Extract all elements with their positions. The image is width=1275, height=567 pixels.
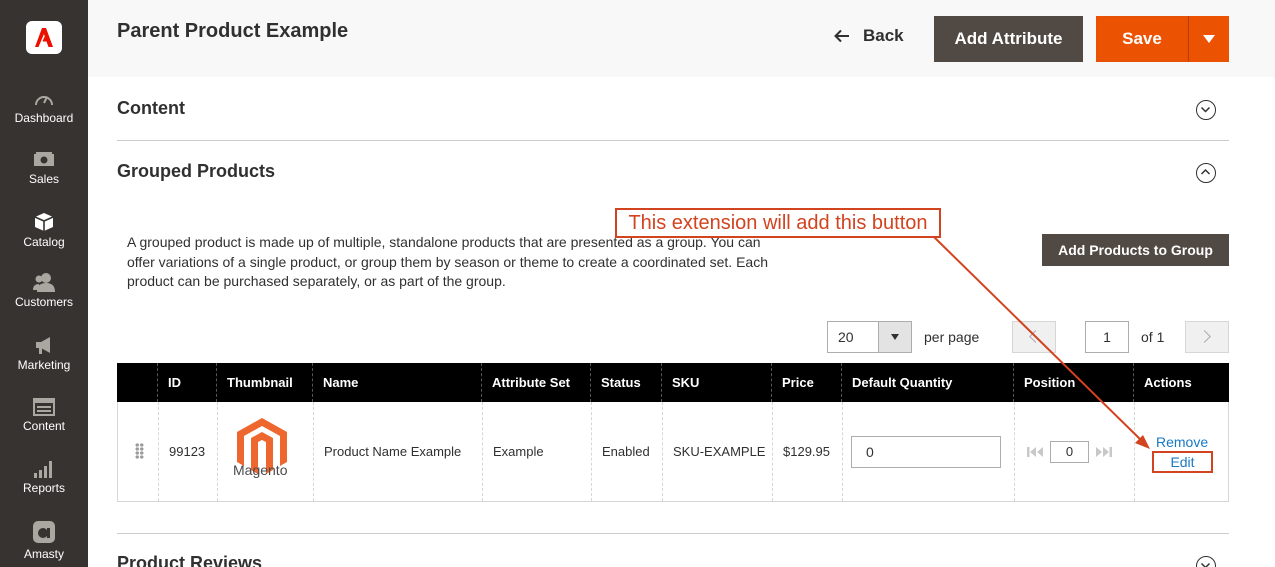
per-page-value: 20: [838, 329, 854, 345]
edit-link[interactable]: Edit: [1152, 451, 1213, 473]
reports-icon: [34, 461, 52, 478]
arrow-left-icon: [834, 29, 849, 43]
column-header-price[interactable]: Price: [771, 363, 841, 402]
column-header-id[interactable]: ID: [157, 363, 217, 402]
back-label: Back: [863, 26, 904, 45]
chevron-down-icon: [1200, 106, 1211, 113]
sidebar-item-marketing[interactable]: Marketing: [0, 337, 88, 372]
annotation-callout: This extension will add this button: [615, 208, 941, 238]
column-header-actions: Actions: [1133, 363, 1229, 402]
per-page-select[interactable]: 20: [827, 321, 912, 353]
admin-sidebar: Dashboard Sales Catalog Customers Market…: [0, 0, 88, 567]
content-icon: [33, 398, 55, 416]
customers-icon: [33, 273, 55, 292]
sidebar-item-label: Dashboard: [14, 111, 74, 125]
column-header-drag: [117, 363, 157, 402]
column-header-status[interactable]: Status: [590, 363, 661, 402]
grouped-section-title[interactable]: Grouped Products: [117, 161, 275, 182]
column-header-thumbnail[interactable]: Thumbnail: [216, 363, 311, 402]
chevron-down-icon[interactable]: [878, 322, 911, 352]
sidebar-item-catalog[interactable]: Catalog: [0, 212, 88, 249]
add-attribute-button[interactable]: Add Attribute: [934, 16, 1083, 62]
chevron-up-icon: [1200, 168, 1211, 175]
per-page-label: per page: [924, 329, 980, 345]
page-header: Parent Product Example Back Add Attribut…: [88, 0, 1275, 77]
cell-id: 99123: [158, 402, 218, 501]
sidebar-item-amasty[interactable]: Amasty: [0, 520, 88, 561]
content-expand-toggle[interactable]: [1196, 100, 1216, 120]
cell-status: Enabled: [591, 402, 662, 501]
page-number-input[interactable]: 1: [1085, 321, 1129, 353]
sidebar-item-label: Customers: [14, 295, 73, 309]
sidebar-item-reports[interactable]: Reports: [0, 460, 88, 495]
drag-handle-icon[interactable]: [135, 443, 144, 459]
column-header-name[interactable]: Name: [312, 363, 481, 402]
sidebar-item-label: Marketing: [17, 358, 71, 372]
column-header-default-quantity[interactable]: Default Quantity: [841, 363, 1013, 402]
position-input[interactable]: 0: [1050, 441, 1089, 463]
sidebar-item-label: Sales: [28, 172, 60, 186]
move-to-last-icon[interactable]: [1096, 446, 1112, 458]
amasty-icon: [33, 521, 55, 543]
move-to-first-icon[interactable]: [1027, 446, 1043, 458]
sidebar-item-label: Reports: [22, 481, 66, 495]
back-button[interactable]: Back: [834, 26, 904, 46]
dashboard-icon: [35, 96, 53, 106]
page-total-label: of 1: [1141, 329, 1165, 345]
sidebar-item-content[interactable]: Content: [0, 398, 88, 433]
marketing-icon: [36, 337, 50, 354]
reviews-expand-toggle[interactable]: [1196, 556, 1216, 567]
cell-price: $129.95: [772, 402, 842, 501]
sidebar-item-sales[interactable]: Sales: [0, 151, 88, 186]
save-options-dropdown[interactable]: [1188, 16, 1229, 62]
sidebar-item-label: Amasty: [23, 547, 64, 561]
adobe-logo[interactable]: [26, 21, 62, 54]
column-header-sku[interactable]: SKU: [661, 363, 771, 402]
default-quantity-input[interactable]: 0: [851, 436, 1001, 468]
cell-attribute-set: Example: [482, 402, 591, 501]
column-header-position[interactable]: Position: [1013, 363, 1134, 402]
content-section-title[interactable]: Content: [117, 98, 185, 119]
grouped-description: A grouped product is made up of multiple…: [127, 234, 768, 289]
sidebar-item-label: Catalog: [23, 235, 65, 249]
column-header-attribute-set[interactable]: Attribute Set: [481, 363, 590, 402]
sidebar-item-dashboard[interactable]: Dashboard: [0, 91, 88, 125]
page-title: Parent Product Example: [117, 20, 349, 42]
previous-page-button[interactable]: [1012, 321, 1056, 353]
sidebar-item-label: Content: [22, 419, 66, 433]
catalog-icon: [34, 213, 54, 231]
reviews-section-title[interactable]: Product Reviews: [117, 553, 262, 567]
sales-icon: [34, 152, 54, 166]
add-products-to-group-button[interactable]: Add Products to Group: [1042, 234, 1229, 266]
grouped-collapse-toggle[interactable]: [1196, 163, 1216, 183]
section-divider: [117, 140, 1229, 141]
grid-header: ID Thumbnail Name Attribute Set Status S…: [117, 363, 1229, 402]
adobe-logo-icon: [35, 28, 53, 47]
cell-thumbnail: Magento: [217, 402, 312, 501]
chevron-down-icon: [1200, 562, 1211, 567]
next-page-button[interactable]: [1185, 321, 1229, 353]
save-button[interactable]: Save: [1096, 16, 1188, 62]
magento-logo-text: Magento: [233, 462, 288, 478]
sidebar-item-customers[interactable]: Customers: [0, 272, 88, 309]
remove-link[interactable]: Remove: [1156, 434, 1208, 450]
cell-name: Product Name Example: [313, 402, 482, 501]
section-divider: [117, 533, 1229, 534]
cell-sku: SKU-EXAMPLE: [662, 402, 772, 501]
